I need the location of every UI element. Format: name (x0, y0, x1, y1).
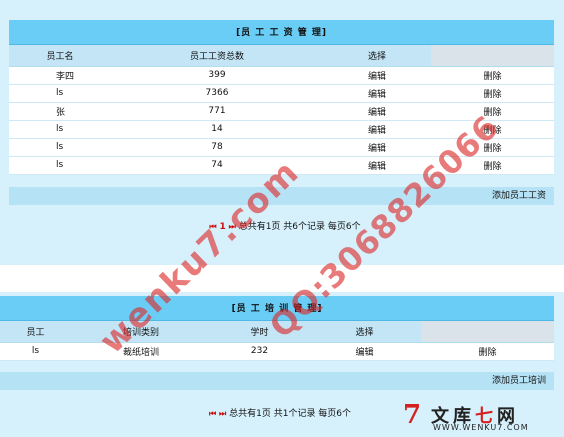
cell-amount: 74 (111, 156, 323, 175)
delete-link[interactable]: 删除 (431, 84, 555, 103)
edit-link[interactable]: 编辑 (323, 66, 431, 85)
current-page-number: 1 (219, 222, 226, 232)
table-row: ls 裁纸培训 232 编辑 删除 (0, 342, 555, 361)
cell-category: 裁纸培训 (71, 342, 211, 361)
edit-link[interactable]: 编辑 (308, 342, 421, 361)
training-panel: [员 工 培 训 管 理] 员工 培训类别 学时 选择 ls 裁纸培训 232 … (0, 292, 564, 437)
column-header-blank (431, 44, 555, 67)
training-title: [员 工 培 训 管 理] (0, 296, 555, 321)
section-gap (0, 265, 564, 292)
table-row: ls 78 编辑 删除 (9, 138, 555, 157)
delete-link[interactable]: 删除 (431, 120, 555, 139)
column-header-select: 选择 (308, 320, 421, 343)
table-row: 李四 399 编辑 删除 (9, 66, 555, 85)
table-row: ls 14 编辑 删除 (9, 120, 555, 139)
add-salary-button[interactable]: 添加员工工资 (9, 187, 554, 205)
cell-amount: 14 (111, 120, 323, 139)
pager-info: 总共有1页 共1个记录 每页6个 (229, 409, 352, 419)
pager-info: 总共有1页 共6个记录 每页6个 (238, 222, 361, 232)
table-row: ls 7366 编辑 删除 (9, 84, 555, 103)
delete-link[interactable]: 删除 (421, 342, 555, 361)
delete-link[interactable]: 删除 (431, 156, 555, 175)
column-header-employee: 员工名 (9, 44, 111, 67)
cell-employee: 李四 (9, 66, 111, 85)
training-table: [员 工 培 训 管 理] 员工 培训类别 学时 选择 ls 裁纸培训 232 … (0, 296, 555, 361)
last-page-icon[interactable]: ⏭ (219, 409, 226, 418)
cell-employee: ls (0, 342, 71, 361)
edit-link[interactable]: 编辑 (323, 84, 431, 103)
last-page-icon[interactable]: ⏭ (229, 222, 236, 231)
add-training-button[interactable]: 添加员工培训 (0, 372, 554, 390)
cell-amount: 771 (111, 102, 323, 121)
salary-panel: [员 工 工 资 管 理] 员工名 员工工资总数 选择 李四 399 编辑 删除… (0, 0, 564, 265)
training-pager: ⏮ ⏭ 总共有1页 共1个记录 每页6个 (180, 406, 380, 419)
cell-amount: 399 (111, 66, 323, 85)
delete-link[interactable]: 删除 (431, 66, 555, 85)
salary-title: [员 工 工 资 管 理] (9, 20, 555, 45)
salary-pager: ⏮ 1 ⏭ 总共有1页 共6个记录 每页6个 (180, 219, 390, 232)
column-header-salary-total: 员工工资总数 (111, 44, 323, 67)
cell-employee: ls (9, 120, 111, 139)
cell-amount: 78 (111, 138, 323, 157)
salary-header-row: 员工名 员工工资总数 选择 (9, 44, 555, 67)
cell-amount: 7366 (111, 84, 323, 103)
column-header-hours: 学时 (211, 320, 308, 343)
salary-table: [员 工 工 资 管 理] 员工名 员工工资总数 选择 李四 399 编辑 删除… (9, 20, 555, 175)
cell-employee: ls (9, 156, 111, 175)
first-page-icon[interactable]: ⏮ (209, 409, 216, 418)
edit-link[interactable]: 编辑 (323, 156, 431, 175)
training-header-row: 员工 培训类别 学时 选择 (0, 320, 555, 343)
cell-employee: 张 (9, 102, 111, 121)
column-header-category: 培训类别 (71, 320, 211, 343)
column-header-blank (421, 320, 555, 343)
first-page-icon[interactable]: ⏮ (209, 222, 216, 231)
cell-employee: ls (9, 138, 111, 157)
cell-employee: ls (9, 84, 111, 103)
edit-link[interactable]: 编辑 (323, 138, 431, 157)
table-row: ls 74 编辑 删除 (9, 156, 555, 175)
column-header-select: 选择 (323, 44, 431, 67)
delete-link[interactable]: 删除 (431, 102, 555, 121)
edit-link[interactable]: 编辑 (323, 120, 431, 139)
edit-link[interactable]: 编辑 (323, 102, 431, 121)
column-header-employee: 员工 (0, 320, 71, 343)
delete-link[interactable]: 删除 (431, 138, 555, 157)
table-row: 张 771 编辑 删除 (9, 102, 555, 121)
cell-hours: 232 (211, 342, 308, 361)
